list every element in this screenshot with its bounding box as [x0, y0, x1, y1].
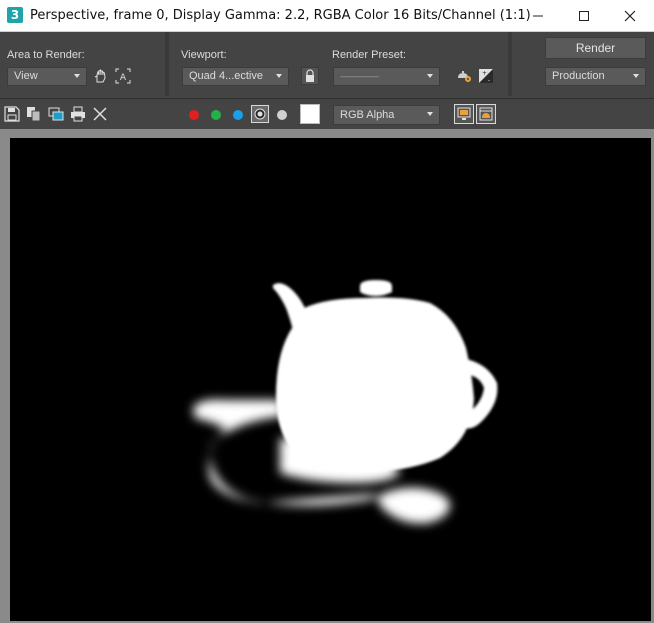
lock-icon	[306, 69, 314, 82]
frame-toolbar: RGB Alpha	[0, 98, 654, 129]
copy-icon	[27, 107, 41, 122]
maximize-button[interactable]	[561, 0, 607, 31]
rendered-frame-window: 3 Perspective, frame 0, Display Gamma: 2…	[0, 0, 654, 623]
color-swatch[interactable]	[300, 104, 320, 124]
minimize-icon	[533, 15, 543, 16]
print-image-button[interactable]	[69, 105, 87, 123]
edit-region-button[interactable]	[92, 67, 110, 85]
title-bar: 3 Perspective, frame 0, Display Gamma: 2…	[0, 0, 654, 32]
render-button[interactable]: Render	[545, 37, 646, 59]
minimize-button[interactable]	[515, 0, 561, 31]
chevron-down-icon	[427, 74, 433, 78]
show-info-panel-button[interactable]	[476, 104, 496, 124]
svg-text:A: A	[120, 73, 127, 83]
close-button[interactable]	[607, 0, 653, 31]
exposure-icon: + -	[479, 69, 493, 84]
render-preset-dropdown[interactable]: -----------------------	[333, 67, 440, 86]
chevron-down-icon	[427, 112, 433, 116]
render-settings-panel: Area to Render: View A Viewport: Quad 4.…	[0, 32, 654, 96]
render-preset-label: Render Preset:	[332, 49, 406, 61]
clone-frame-button[interactable]	[47, 105, 65, 123]
render-setup-button[interactable]	[455, 67, 473, 85]
red-channel-toggle[interactable]	[189, 110, 199, 120]
printer-icon	[71, 106, 85, 122]
hand-icon	[94, 69, 106, 83]
save-icon	[4, 106, 20, 122]
lock-viewport-button[interactable]	[301, 67, 319, 85]
teapot-gear-icon	[458, 71, 471, 82]
render-preset-value: -----------------------	[340, 72, 379, 81]
alpha-channel-icon	[254, 108, 266, 120]
render-frame-area	[0, 129, 654, 623]
copy-image-button[interactable]	[25, 105, 43, 123]
auto-region-button[interactable]: A	[114, 67, 132, 85]
rendered-image	[10, 138, 651, 621]
display-to-frame-buffer-button[interactable]	[454, 104, 474, 124]
viewport-dropdown[interactable]: Quad 4...ective	[182, 67, 289, 86]
clear-x-icon	[93, 107, 107, 121]
blue-channel-toggle[interactable]	[233, 110, 243, 120]
panel-divider	[165, 32, 169, 96]
alpha-channel-toggle[interactable]	[251, 105, 269, 123]
auto-region-icon: A	[115, 68, 131, 84]
chevron-down-icon	[633, 74, 639, 78]
viewport-label: Viewport:	[181, 49, 227, 61]
monitor-icon	[457, 107, 471, 120]
3dsmax-app-icon: 3	[7, 7, 23, 23]
maximize-icon	[579, 10, 589, 21]
area-to-render-dropdown[interactable]: View	[7, 67, 87, 86]
clone-window-icon	[48, 107, 64, 121]
display-channel-value: RGB Alpha	[340, 109, 395, 121]
viewport-value: Quad 4...ective	[189, 70, 263, 82]
svg-text:+: +	[482, 70, 487, 77]
area-to-render-value: View	[14, 70, 38, 82]
chevron-down-icon	[74, 74, 80, 78]
green-channel-toggle[interactable]	[211, 110, 221, 120]
save-image-button[interactable]	[3, 105, 21, 123]
window-title: Perspective, frame 0, Display Gamma: 2.2…	[30, 8, 531, 23]
teapot-alpha-render	[10, 138, 651, 621]
panel-divider	[508, 32, 512, 96]
window-teapot-icon	[479, 107, 493, 121]
close-icon	[624, 10, 636, 21]
environment-effects-button[interactable]: + -	[477, 67, 495, 85]
chevron-down-icon	[276, 74, 282, 78]
production-value: Production	[552, 70, 605, 82]
clear-button[interactable]	[91, 105, 109, 123]
svg-text:-: -	[488, 77, 490, 84]
production-dropdown[interactable]: Production	[545, 67, 646, 86]
display-channel-dropdown[interactable]: RGB Alpha	[333, 105, 440, 125]
area-to-render-label: Area to Render:	[7, 49, 85, 61]
monochrome-toggle[interactable]	[277, 110, 287, 120]
